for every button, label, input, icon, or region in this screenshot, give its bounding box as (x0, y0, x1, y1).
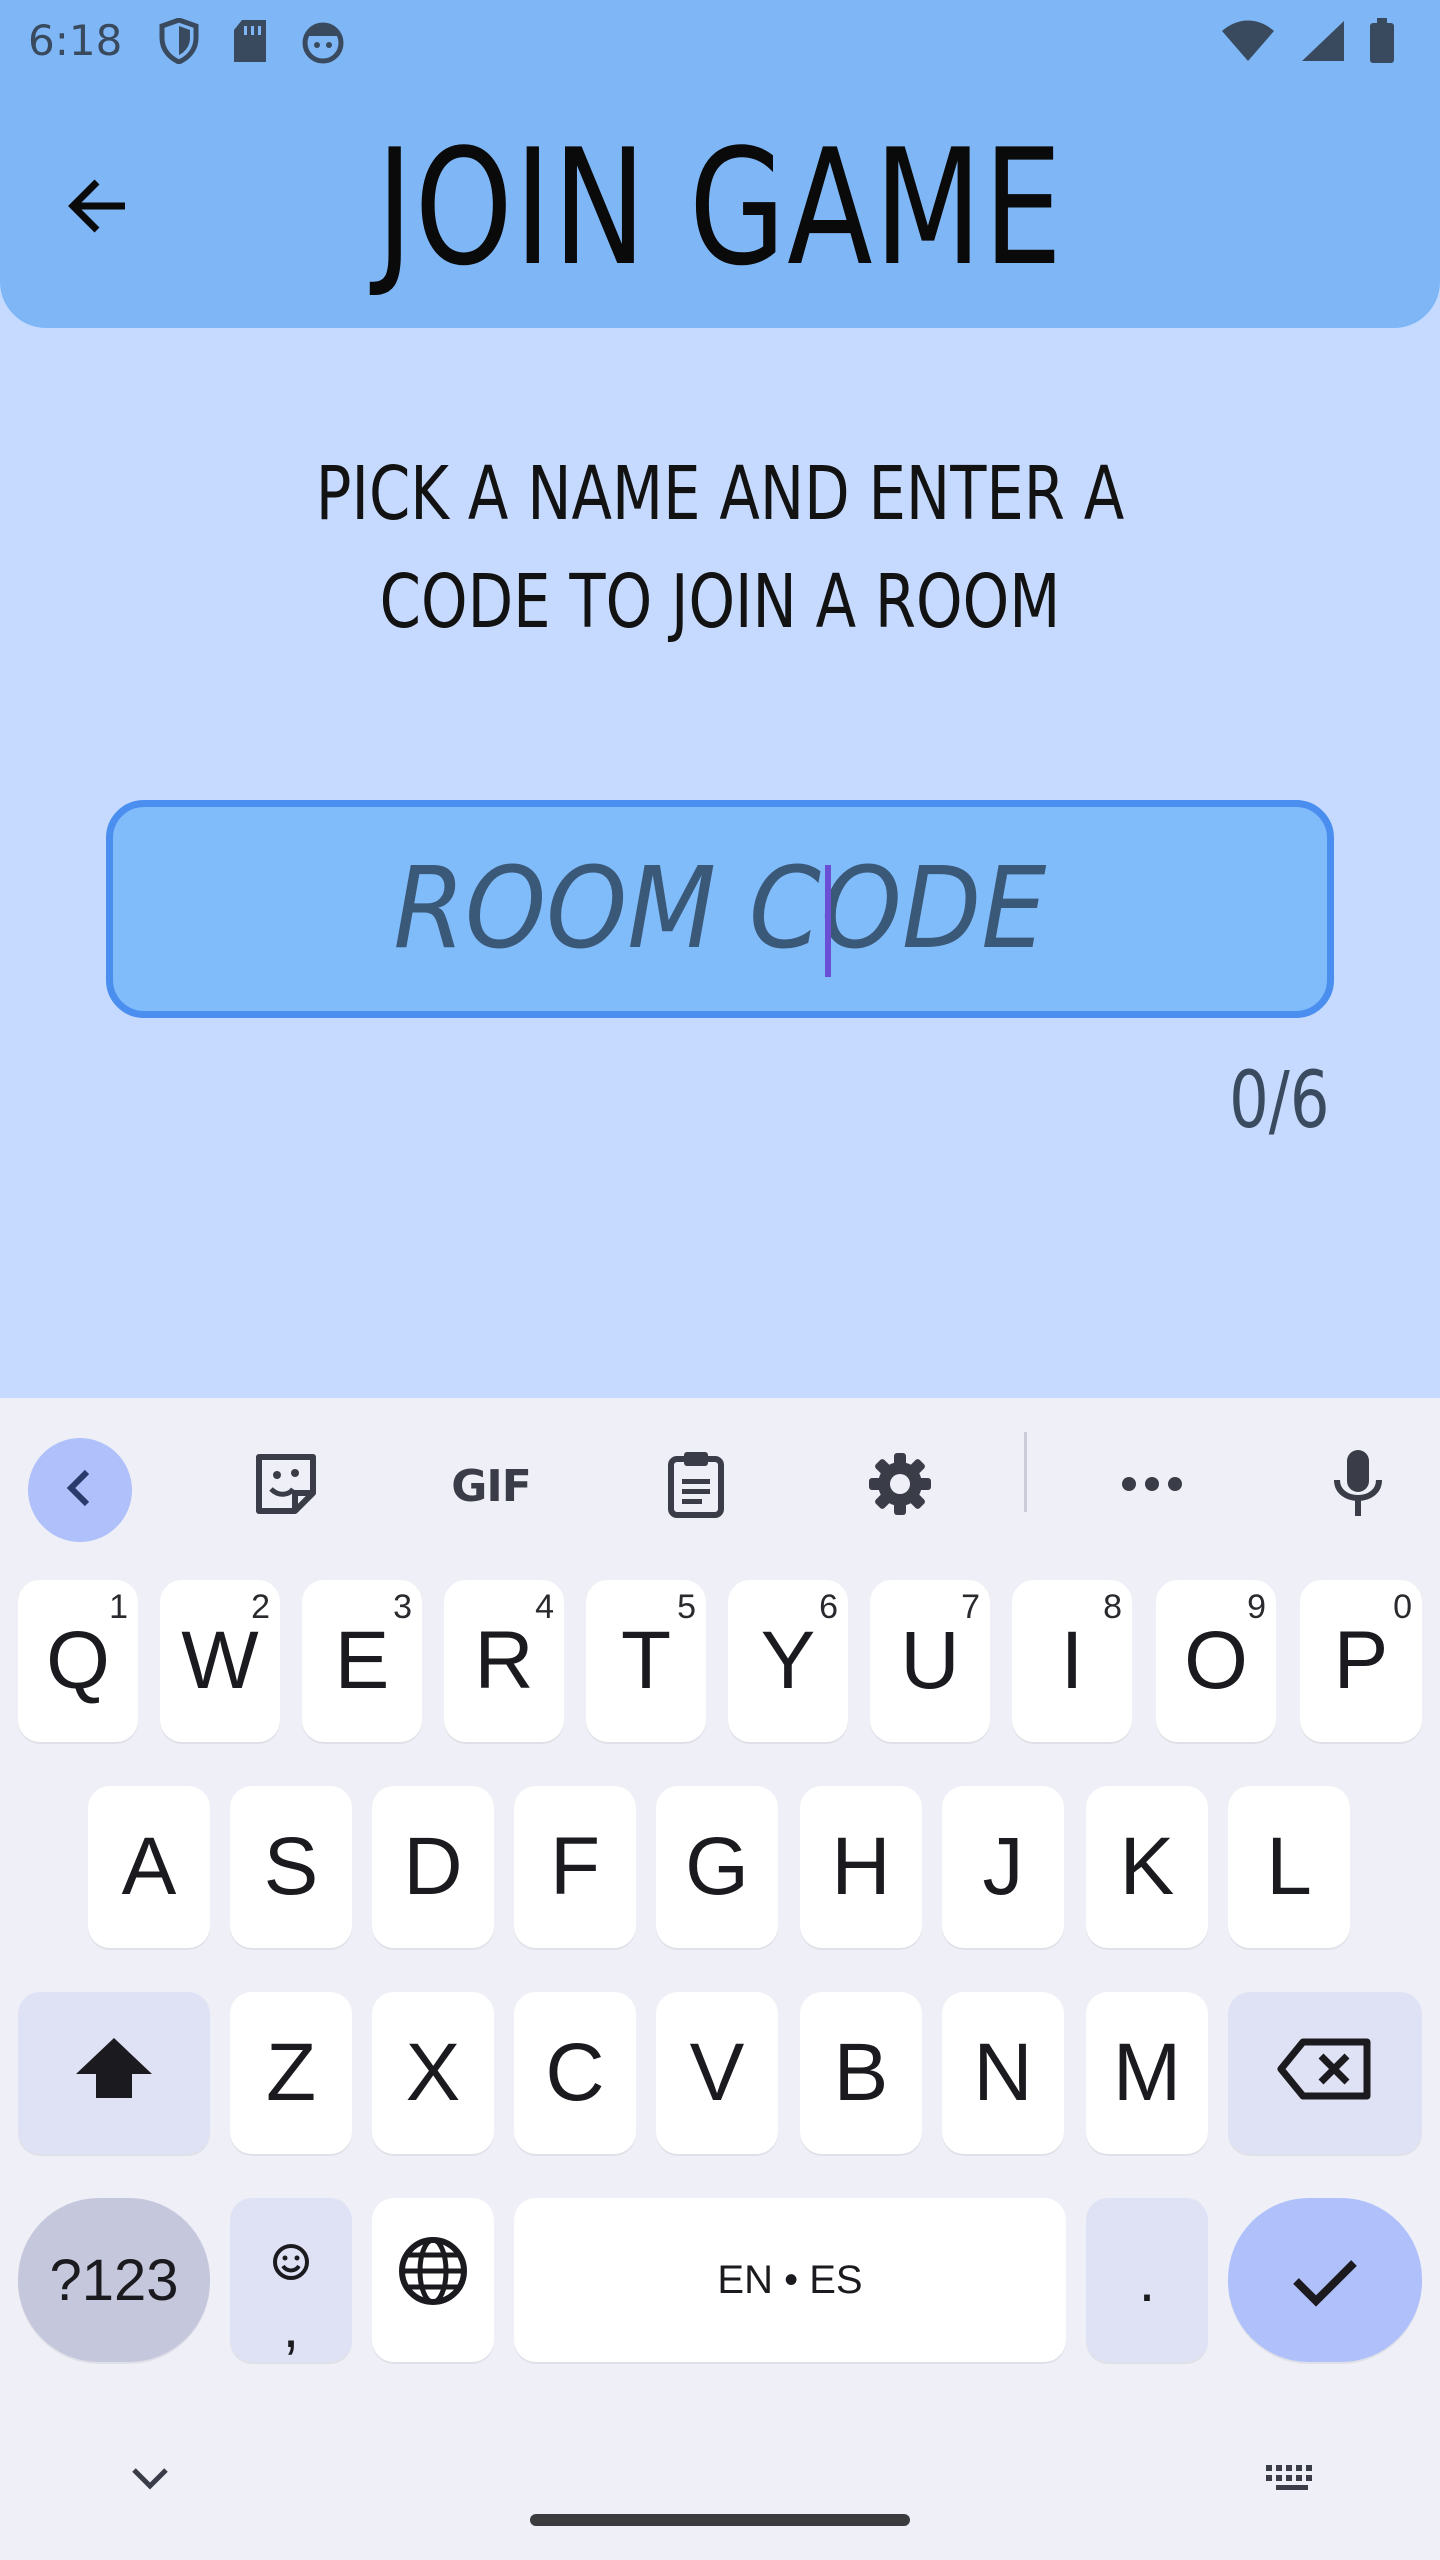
language-key[interactable] (372, 2198, 494, 2362)
checkmark-icon (1292, 2233, 1358, 2327)
emoji-comma-key[interactable]: , (230, 2198, 352, 2362)
key-v[interactable]: V (656, 1992, 778, 2154)
sd-card-icon (230, 18, 270, 64)
hide-keyboard-button[interactable] (122, 2460, 178, 2500)
gear-icon (867, 1451, 933, 1522)
keyboard-icon (1264, 2463, 1320, 2498)
shield-icon (158, 18, 200, 64)
face-icon (300, 18, 346, 64)
chevron-down-icon (130, 2466, 170, 2495)
more-button[interactable] (1100, 1434, 1204, 1538)
key-p[interactable]: P0 (1300, 1580, 1422, 1742)
wifi-icon (1220, 19, 1276, 63)
key-a[interactable]: A (88, 1786, 210, 1948)
backspace-icon (1277, 2026, 1373, 2120)
key-h[interactable]: H (800, 1786, 922, 1948)
key-g[interactable]: G (656, 1786, 778, 1948)
key-m[interactable]: M (1086, 1992, 1208, 2154)
period-key[interactable]: . (1086, 2198, 1208, 2362)
sticker-button[interactable] (234, 1434, 338, 1538)
space-key[interactable]: EN • ES (514, 2198, 1066, 2362)
home-gesture-pill[interactable] (530, 2514, 910, 2526)
key-t[interactable]: T5 (586, 1580, 706, 1742)
key-x[interactable]: X (372, 1992, 494, 2154)
gif-button[interactable]: GIF (438, 1434, 544, 1538)
more-icon (1121, 1476, 1183, 1497)
symbols-key[interactable]: ?123 (18, 2198, 210, 2362)
signal-icon (1298, 19, 1346, 63)
key-k[interactable]: K (1086, 1786, 1208, 1948)
key-i[interactable]: I8 (1012, 1580, 1132, 1742)
back-button[interactable] (56, 166, 140, 250)
key-q[interactable]: Q1 (18, 1580, 138, 1742)
status-icons-left (158, 18, 346, 64)
keyboard-toolbar: GIF (0, 1398, 1440, 1548)
emoji-icon (271, 2208, 311, 2302)
collapse-toolbar-button[interactable] (28, 1438, 132, 1542)
key-l[interactable]: L (1228, 1786, 1350, 1948)
instructions-text: PICK A NAME AND ENTER A CODE TO JOIN A R… (315, 451, 1125, 645)
status-time: 6:18 (28, 16, 123, 65)
globe-icon (397, 2233, 469, 2327)
sticker-icon (253, 1453, 319, 1520)
toolbar-divider (1024, 1432, 1027, 1512)
key-w[interactable]: W2 (160, 1580, 280, 1742)
app-header: 6:18 JOIN GAME (0, 0, 1440, 328)
text-cursor (825, 865, 831, 977)
key-o[interactable]: O9 (1156, 1580, 1276, 1742)
character-counter: 0/6 (1229, 1056, 1330, 1146)
key-z[interactable]: Z (230, 1992, 352, 2154)
arrow-left-icon (67, 178, 129, 239)
voice-input-button[interactable] (1306, 1434, 1410, 1538)
key-c[interactable]: C (514, 1992, 636, 2154)
key-y[interactable]: Y6 (728, 1580, 848, 1742)
key-u[interactable]: U7 (870, 1580, 990, 1742)
soft-keyboard: GIF Q1 W2 E3 R4 T5 Y6 U7 I8 O9 P 0 A S D… (0, 1398, 1440, 2560)
navigation-bar (0, 2430, 1440, 2560)
key-j[interactable]: J (942, 1786, 1064, 1948)
page-title: JOIN GAME (376, 114, 1064, 301)
clipboard-icon (667, 1449, 725, 1524)
backspace-key[interactable] (1228, 1992, 1422, 2154)
key-e[interactable]: E3 (302, 1580, 422, 1742)
clipboard-button[interactable] (644, 1434, 748, 1538)
shift-key[interactable] (18, 1992, 210, 2154)
room-code-placeholder: ROOM CODE (393, 844, 1047, 974)
key-n[interactable]: N (942, 1992, 1064, 2154)
key-d[interactable]: D (372, 1786, 494, 1948)
chevron-left-icon (63, 1468, 97, 1513)
shift-icon (74, 2026, 154, 2120)
battery-icon (1368, 18, 1396, 64)
done-key[interactable] (1228, 2198, 1422, 2362)
keyboard-switch-button[interactable] (1262, 2460, 1322, 2500)
key-f[interactable]: F (514, 1786, 636, 1948)
settings-button[interactable] (848, 1434, 952, 1538)
microphone-icon (1331, 1448, 1385, 1525)
status-icons-right (1220, 18, 1396, 64)
gif-label: GIF (451, 1460, 532, 1512)
room-code-input[interactable]: ROOM CODE (106, 800, 1334, 1018)
key-b[interactable]: B (800, 1992, 922, 2154)
key-s[interactable]: S (230, 1786, 352, 1948)
key-r[interactable]: R4 (444, 1580, 564, 1742)
